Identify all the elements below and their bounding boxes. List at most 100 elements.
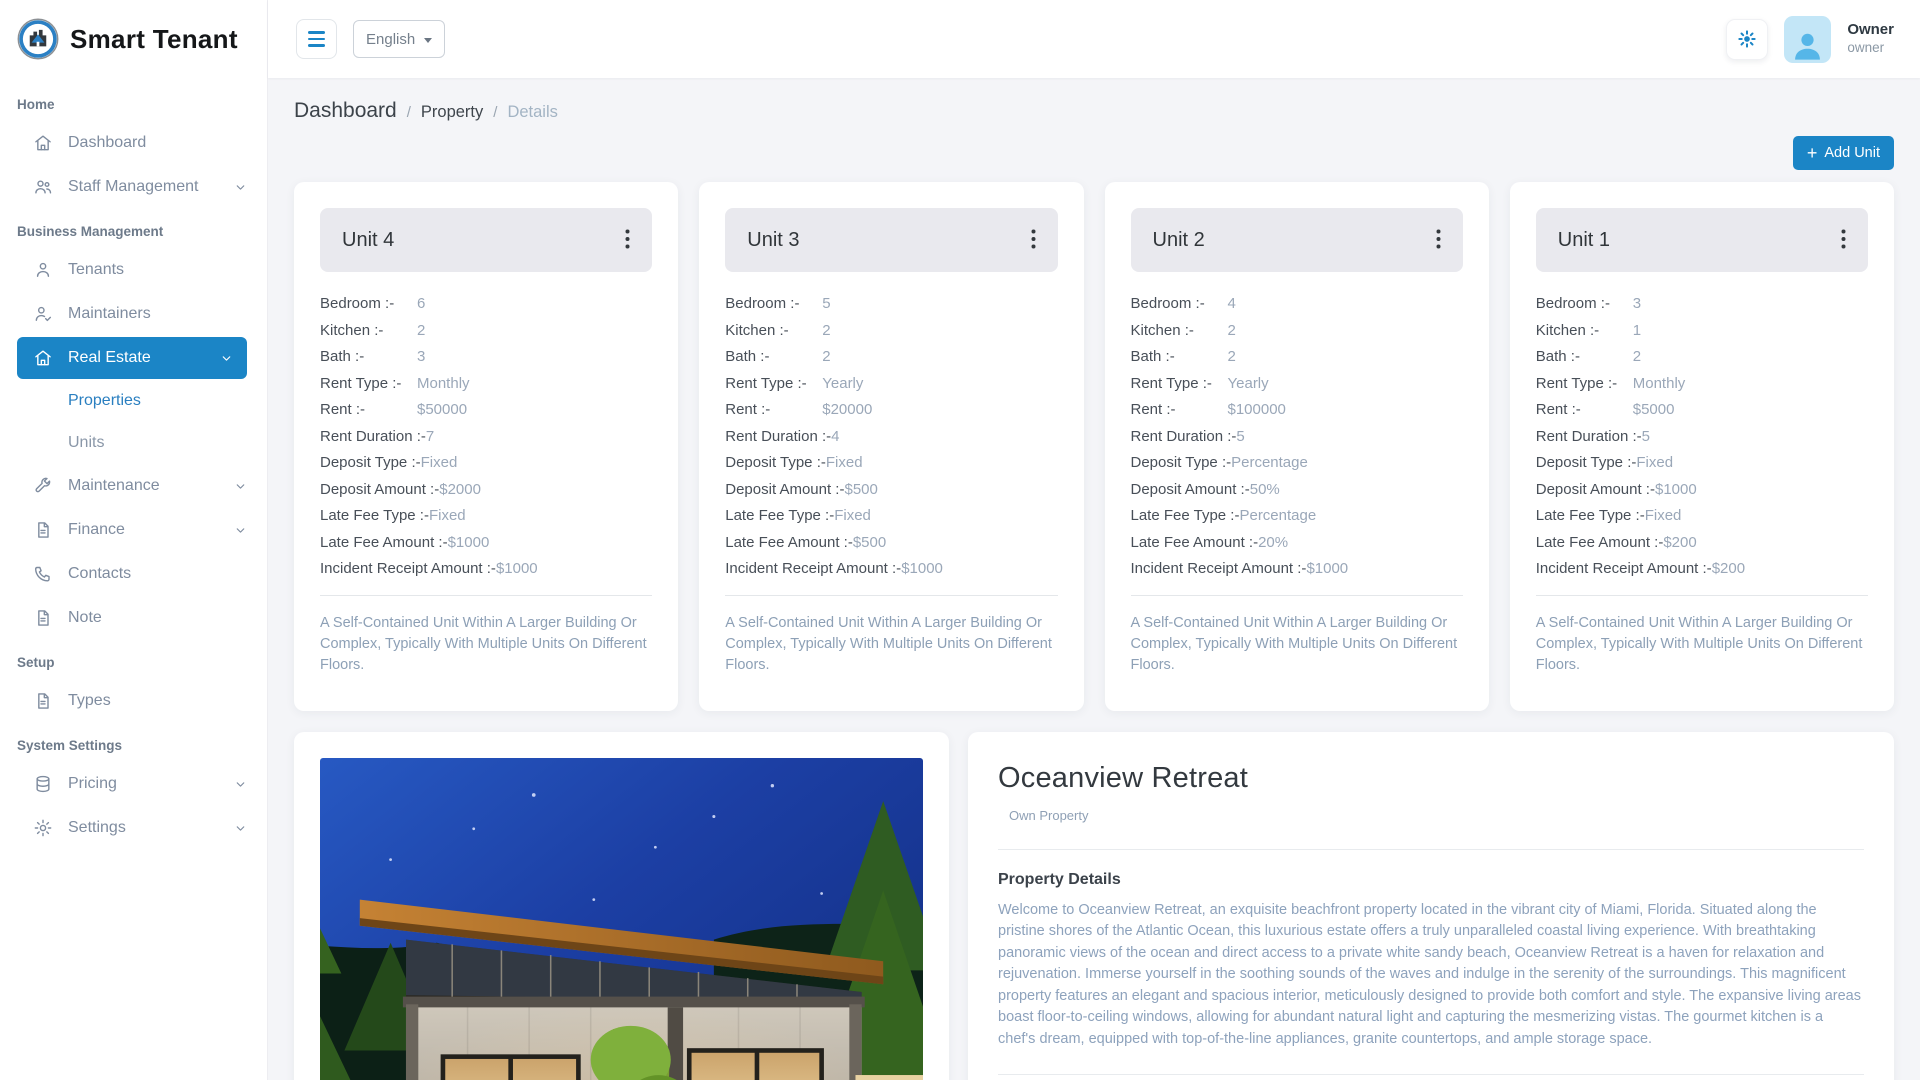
- nav-section-home: Home: [0, 82, 267, 121]
- sidebar-item-staff-management[interactable]: Staff Management: [0, 165, 267, 209]
- sidebar-item-tenants[interactable]: Tenants: [0, 248, 267, 292]
- unit-field-rent: Rent :-$20000: [725, 400, 1057, 420]
- sidebar-item-label: Staff Management: [68, 178, 198, 196]
- unit-title: Unit 2: [1153, 229, 1205, 252]
- sidebar-subitem-units[interactable]: Units: [0, 422, 267, 464]
- unit-card-header: Unit 2: [1131, 208, 1463, 272]
- kebab-icon: [1841, 229, 1846, 249]
- user-check-icon: [33, 304, 53, 324]
- unit-field-rent-type: Rent Type :-Yearly: [1131, 374, 1463, 394]
- kebab-menu-button[interactable]: [1831, 223, 1856, 258]
- gear-icon: [1737, 29, 1757, 49]
- sidebar-item-label: Finance: [68, 521, 125, 539]
- building-icon: [33, 348, 53, 368]
- sidebar-item-note[interactable]: Note: [0, 596, 267, 640]
- user-meta: Owner owner: [1847, 21, 1894, 57]
- breadcrumb-details: Details: [507, 103, 557, 122]
- action-row: + Add Unit: [294, 136, 1894, 170]
- sidebar-item-settings[interactable]: Settings: [0, 806, 267, 850]
- unit-field-late-fee-type: Late Fee Type :-Percentage: [1131, 506, 1463, 526]
- sidebar-item-types[interactable]: Types: [0, 679, 267, 723]
- user-role: owner: [1847, 40, 1894, 57]
- unit-field-late-fee-amount: Late Fee Amount :-20%: [1131, 533, 1463, 553]
- unit-field-kitchen: Kitchen :-1: [1536, 321, 1868, 341]
- sidebar-item-finance[interactable]: Finance: [0, 508, 267, 552]
- unit-field-rent-duration: Rent Duration :-5: [1131, 427, 1463, 447]
- users-icon: [33, 177, 53, 197]
- nav-section-business: Business Management: [0, 209, 267, 248]
- unit-card-header: Unit 4: [320, 208, 652, 272]
- unit-title: Unit 1: [1558, 229, 1610, 252]
- sidebar-item-label: Settings: [68, 819, 126, 837]
- sidebar-item-pricing[interactable]: Pricing: [0, 762, 267, 806]
- sidebar-item-label: Pricing: [68, 775, 117, 793]
- brand-name: Smart Tenant: [70, 24, 238, 55]
- sidebar-item-label: Contacts: [68, 565, 131, 583]
- unit-field-incident-receipt: Incident Receipt Amount :-$200: [1536, 559, 1868, 579]
- content: Dashboard / Property / Details + Add Uni…: [268, 78, 1920, 1080]
- chevron-down-icon: [234, 778, 247, 791]
- add-unit-button[interactable]: + Add Unit: [1793, 136, 1894, 170]
- kebab-icon: [625, 229, 630, 249]
- chevron-down-icon: [234, 822, 247, 835]
- wrench-icon: [33, 476, 53, 496]
- property-image-card: [294, 732, 949, 1080]
- gear-icon: [33, 818, 53, 838]
- unit-cards-row: Unit 4 Bedroom :-6 Kitchen :-2 Bath :-3 …: [294, 182, 1894, 711]
- unit-field-deposit-amount: Deposit Amount :-$500: [725, 480, 1057, 500]
- app-root: Smart Tenant Home Dashboard Staff Manage…: [0, 0, 1920, 1080]
- unit-field-bedroom: Bedroom :-6: [320, 294, 652, 314]
- phone-icon: [33, 564, 53, 584]
- database-icon: [33, 774, 53, 794]
- divider: [320, 595, 652, 596]
- unit-field-incident-receipt: Incident Receipt Amount :-$1000: [725, 559, 1057, 579]
- unit-field-rent: Rent :-$100000: [1131, 400, 1463, 420]
- hamburger-menu-button[interactable]: [296, 19, 337, 59]
- sidebar-item-real-estate[interactable]: Real Estate: [17, 337, 247, 379]
- breadcrumb-dashboard[interactable]: Dashboard: [294, 99, 397, 123]
- unit-field-deposit-type: Deposit Type :-Fixed: [725, 453, 1057, 473]
- unit-field-deposit-amount: Deposit Amount :-$2000: [320, 480, 652, 500]
- unit-title: Unit 3: [747, 229, 799, 252]
- breadcrumb-property[interactable]: Property: [421, 103, 483, 122]
- sidebar-item-dashboard[interactable]: Dashboard: [0, 121, 267, 165]
- unit-field-bedroom: Bedroom :-4: [1131, 294, 1463, 314]
- person-icon: [1790, 23, 1825, 63]
- sidebar-item-maintenance[interactable]: Maintenance: [0, 464, 267, 508]
- nav-section-setup: Setup: [0, 640, 267, 679]
- hamburger-icon: [308, 31, 325, 33]
- settings-button[interactable]: [1726, 19, 1768, 60]
- sidebar-item-label: Types: [68, 692, 111, 710]
- unit-field-late-fee-amount: Late Fee Amount :-$200: [1536, 533, 1868, 553]
- unit-field-deposit-type: Deposit Type :-Fixed: [320, 453, 652, 473]
- brand-logo-icon: [16, 17, 60, 61]
- sidebar: Smart Tenant Home Dashboard Staff Manage…: [0, 0, 268, 1080]
- unit-description: A Self-Contained Unit Within A Larger Bu…: [1131, 613, 1463, 676]
- unit-field-rent-type: Rent Type :-Monthly: [320, 374, 652, 394]
- document-icon: [33, 691, 53, 711]
- kebab-icon: [1436, 229, 1441, 249]
- unit-description: A Self-Contained Unit Within A Larger Bu…: [725, 613, 1057, 676]
- unit-field-deposit-amount: Deposit Amount :-50%: [1131, 480, 1463, 500]
- brand[interactable]: Smart Tenant: [0, 0, 267, 78]
- sidebar-subitem-properties[interactable]: Properties: [0, 380, 267, 422]
- unit-card: Unit 3 Bedroom :-5 Kitchen :-2 Bath :-2 …: [699, 182, 1083, 711]
- caret-down-icon: [424, 38, 432, 43]
- sidebar-item-contacts[interactable]: Contacts: [0, 552, 267, 596]
- unit-field-kitchen: Kitchen :-2: [725, 321, 1057, 341]
- unit-card: Unit 1 Bedroom :-3 Kitchen :-1 Bath :-2 …: [1510, 182, 1894, 711]
- unit-field-deposit-type: Deposit Type :-Fixed: [1536, 453, 1868, 473]
- unit-field-bath: Bath :-2: [1536, 347, 1868, 367]
- chevron-down-icon: [234, 524, 247, 537]
- unit-field-late-fee-type: Late Fee Type :-Fixed: [1536, 506, 1868, 526]
- kebab-menu-button[interactable]: [1426, 223, 1451, 258]
- avatar[interactable]: [1784, 16, 1831, 63]
- language-selector[interactable]: English: [353, 20, 445, 58]
- sidebar-item-label: Note: [68, 609, 102, 627]
- sidebar-item-maintainers[interactable]: Maintainers: [0, 292, 267, 336]
- unit-field-rent-duration: Rent Duration :-5: [1536, 427, 1868, 447]
- sidebar-item-label: Real Estate: [68, 349, 151, 367]
- kebab-menu-button[interactable]: [1021, 223, 1046, 258]
- kebab-menu-button[interactable]: [615, 223, 640, 258]
- sidebar-nav: Home Dashboard Staff Management Business…: [0, 78, 267, 850]
